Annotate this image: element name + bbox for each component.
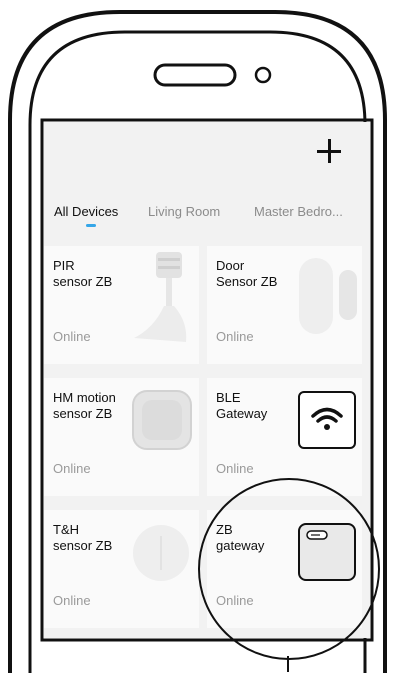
device-card-hm-motion-sensor[interactable]: HM motion sensor ZB Online [44,378,199,496]
tab-master-bedroom[interactable]: Master Bedro... [254,204,343,219]
device-name: PIR sensor ZB [53,258,113,289]
th-sensor-image [133,525,189,581]
device-name: Door Sensor ZB [216,258,278,289]
tab-all-devices[interactable]: All Devices [54,204,118,219]
device-status: Online [53,593,91,608]
motion-sensor-image [132,390,192,450]
device-card-pir-sensor[interactable]: PIR sensor ZB Online [44,246,199,364]
tab-living-room[interactable]: Living Room [148,204,220,219]
device-status: Online [53,329,91,344]
device-status: Online [53,461,91,476]
device-name: T&H sensor ZB [53,522,113,553]
device-status: Online [216,329,254,344]
app-screen: All Devices Living Room Master Bedro... … [44,122,370,638]
earpiece [153,63,237,87]
room-tabs: All Devices Living Room Master Bedro... [44,200,370,230]
zb-gateway-image [298,523,356,581]
device-card-door-sensor[interactable]: Door Sensor ZB Online [207,246,362,364]
wifi-icon [298,391,356,449]
device-name: HM motion sensor ZB [53,390,116,421]
device-status: Online [216,461,254,476]
device-card-ble-gateway[interactable]: BLE Gateway Online [207,378,362,496]
device-name: BLE Gateway [216,390,268,421]
door-sensor-image [299,258,357,334]
device-status: Online [216,593,254,608]
device-card-th-sensor[interactable]: T&H sensor ZB Online [44,510,199,628]
pir-sensor-image [134,252,187,342]
device-name: ZB gateway [216,522,265,553]
active-tab-indicator [86,224,96,227]
front-camera [254,66,272,84]
device-card-zb-gateway[interactable]: ZB gateway Online [207,510,362,628]
callout-leader-line [287,656,289,672]
plus-icon[interactable] [312,134,348,170]
